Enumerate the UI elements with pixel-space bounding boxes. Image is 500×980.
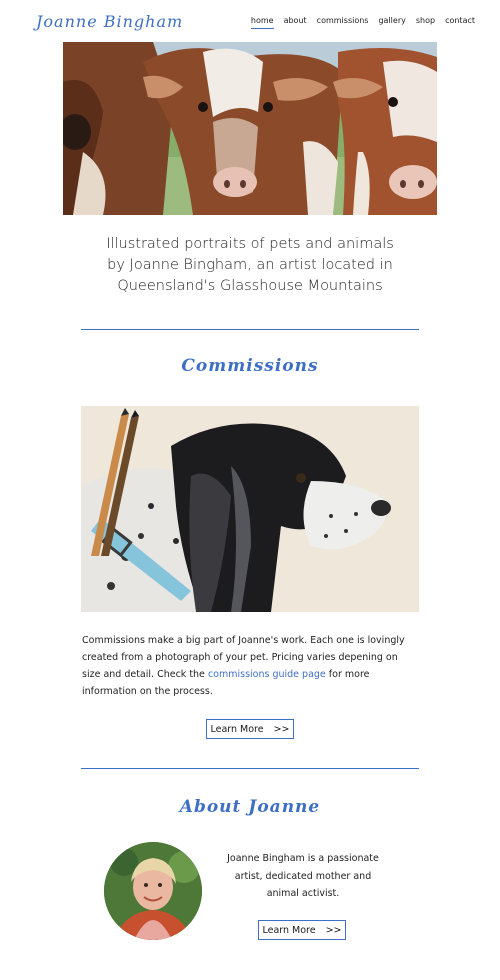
intro-line-1: Illustrated portraits of pets and animal… [106, 236, 394, 252]
site-header: Joanne Bingham home about commissions ga… [0, 0, 500, 44]
main-nav: home about commissions gallery shop cont… [250, 16, 475, 29]
nav-commissions[interactable]: commissions [317, 16, 369, 29]
commissions-description: Commissions make a big part of Joanne's … [82, 632, 418, 700]
commissions-guide-link[interactable]: commissions guide page [208, 669, 326, 680]
hero-cows-painting [63, 42, 437, 215]
intro-line-3: Queensland's Glasshouse Mountains [117, 278, 383, 294]
about-learn-more-label: Learn More [262, 924, 316, 936]
nav-contact[interactable]: contact [445, 16, 475, 29]
intro-line-2: by Joanne Bingham, an artist located in [107, 257, 393, 273]
about-title: About Joanne [179, 797, 321, 817]
joanne-avatar [104, 842, 202, 940]
double-chevron-right-icon: >> [325, 924, 342, 936]
commissions-learn-more-label: Learn More [210, 723, 264, 735]
intro-tagline: Illustrated portraits of pets and animal… [80, 234, 420, 297]
commissions-dog-painting [81, 406, 419, 612]
nav-about[interactable]: about [284, 16, 307, 29]
nav-gallery[interactable]: gallery [378, 16, 405, 29]
about-learn-more-button[interactable]: Learn More >> [258, 920, 346, 940]
site-logo[interactable]: Joanne Bingham [36, 12, 183, 31]
nav-home[interactable]: home [250, 16, 274, 29]
commissions-learn-more-button[interactable]: Learn More >> [206, 719, 294, 739]
section-divider [81, 768, 419, 769]
commissions-title: Commissions [181, 356, 319, 376]
section-divider [81, 329, 419, 330]
double-chevron-right-icon: >> [273, 723, 290, 735]
nav-shop[interactable]: shop [416, 16, 435, 29]
about-description: Joanne Bingham is a passionate artist, d… [227, 853, 379, 899]
